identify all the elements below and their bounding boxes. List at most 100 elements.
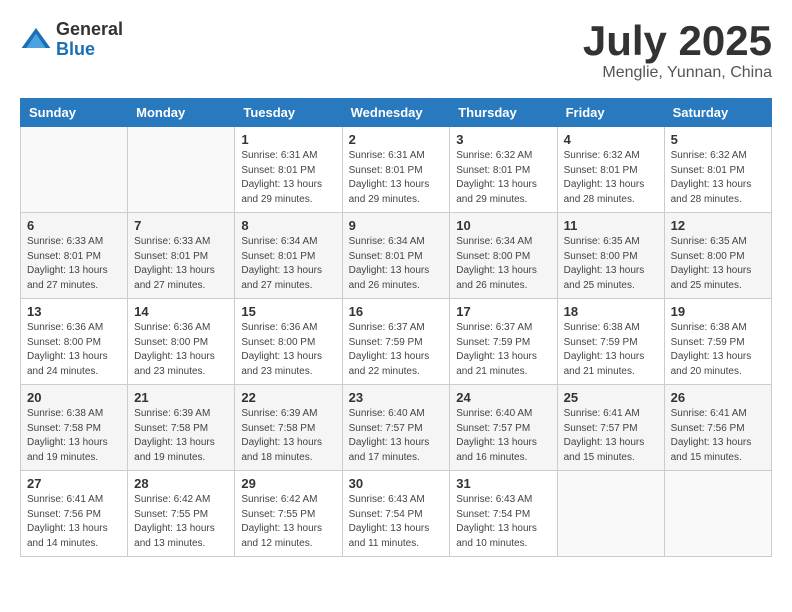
day-number: 27	[27, 476, 121, 491]
calendar-cell: 13Sunrise: 6:36 AMSunset: 8:00 PMDayligh…	[21, 299, 128, 385]
calendar-header-sunday: Sunday	[21, 99, 128, 127]
calendar-cell: 20Sunrise: 6:38 AMSunset: 7:58 PMDayligh…	[21, 385, 128, 471]
calendar-cell: 5Sunrise: 6:32 AMSunset: 8:01 PMDaylight…	[664, 127, 771, 213]
calendar-header-row: SundayMondayTuesdayWednesdayThursdayFrid…	[21, 99, 772, 127]
calendar-header-tuesday: Tuesday	[235, 99, 342, 127]
calendar-cell: 18 Sunrise: 6:38 AMSunset: 7:59 PMDayligh…	[557, 299, 664, 385]
calendar-cell	[664, 471, 771, 557]
day-number: 15	[241, 304, 335, 319]
day-info: Sunrise: 6:37 AMSunset: 7:59 PMDaylight:…	[349, 321, 444, 379]
calendar-cell: 9Sunrise: 6:34 AMSunset: 8:01 PMDaylight…	[342, 213, 450, 299]
calendar-cell: 29 Sunrise: 6:42 AMSunset: 7:55 PMDayligh…	[235, 471, 342, 557]
day-number: 31	[456, 476, 550, 491]
day-number: 17	[456, 304, 550, 319]
title-block: July 2025 Menglie, Yunnan, China	[583, 20, 772, 82]
day-info: Sunrise: 6:42 AMSunset: 7:55 PMDaylight:…	[134, 493, 228, 551]
calendar-week-row: 20Sunrise: 6:38 AMSunset: 7:58 PMDayligh…	[21, 385, 772, 471]
calendar-cell: 4Sunrise: 6:32 AMSunset: 8:01 PMDaylight…	[557, 127, 664, 213]
day-info: Sunrise: 6:40 AMSunset: 7:57 PMDaylight:…	[349, 407, 444, 465]
day-number: 8	[241, 218, 335, 233]
day-number: 29	[241, 476, 335, 491]
day-info: Sunrise: 6:34 AMSunset: 8:01 PMDaylight:…	[241, 235, 335, 293]
calendar-cell: 21Sunrise: 6:39 AMSunset: 7:58 PMDayligh…	[128, 385, 235, 471]
day-info: Sunrise: 6:33 AMSunset: 8:01 PMDaylight:…	[27, 235, 121, 293]
day-number: 14	[134, 304, 228, 319]
day-number: 16	[349, 304, 444, 319]
day-info: Sunrise: 6:43 AMSunset: 7:54 PMDaylight:…	[456, 493, 550, 551]
day-number: 4	[564, 132, 658, 147]
calendar-cell: 11 Sunrise: 6:35 AMSunset: 8:00 PMDayligh…	[557, 213, 664, 299]
calendar-header-friday: Friday	[557, 99, 664, 127]
location: Menglie, Yunnan, China	[583, 64, 772, 82]
day-number: 11	[564, 218, 658, 233]
calendar-header-monday: Monday	[128, 99, 235, 127]
day-info: Sunrise: 6:36 AMSunset: 8:00 PMDaylight:…	[27, 321, 121, 379]
calendar-header-wednesday: Wednesday	[342, 99, 450, 127]
day-info: Sunrise: 6:35 AMSunset: 8:00 PMDaylight:…	[564, 235, 658, 293]
calendar-cell	[557, 471, 664, 557]
day-number: 21	[134, 390, 228, 405]
day-info: Sunrise: 6:31 AMSunset: 8:01 PMDaylight:…	[241, 149, 335, 207]
day-info: Sunrise: 6:34 AMSunset: 8:00 PMDaylight:…	[456, 235, 550, 293]
day-number: 28	[134, 476, 228, 491]
calendar-cell: 30 Sunrise: 6:43 AMSunset: 7:54 PMDayligh…	[342, 471, 450, 557]
day-info: Sunrise: 6:41 AMSunset: 7:57 PMDaylight:…	[564, 407, 658, 465]
day-info: Sunrise: 6:33 AMSunset: 8:01 PMDaylight:…	[134, 235, 228, 293]
calendar-cell	[21, 127, 128, 213]
logo-text: General Blue	[56, 20, 123, 60]
calendar-cell: 25 Sunrise: 6:41 AMSunset: 7:57 PMDayligh…	[557, 385, 664, 471]
day-info: Sunrise: 6:40 AMSunset: 7:57 PMDaylight:…	[456, 407, 550, 465]
calendar-cell: 2 Sunrise: 6:31 AMSunset: 8:01 PMDaylight…	[342, 127, 450, 213]
day-number: 18	[564, 304, 658, 319]
day-info: Sunrise: 6:36 AMSunset: 8:00 PMDaylight:…	[241, 321, 335, 379]
logo: General Blue	[20, 20, 123, 60]
calendar-cell: 19Sunrise: 6:38 AMSunset: 7:59 PMDayligh…	[664, 299, 771, 385]
day-info: Sunrise: 6:32 AMSunset: 8:01 PMDaylight:…	[456, 149, 550, 207]
calendar-cell: 17Sunrise: 6:37 AMSunset: 7:59 PMDayligh…	[450, 299, 557, 385]
calendar-week-row: 1Sunrise: 6:31 AMSunset: 8:01 PMDaylight…	[21, 127, 772, 213]
calendar-cell: 23 Sunrise: 6:40 AMSunset: 7:57 PMDayligh…	[342, 385, 450, 471]
calendar-cell: 6 Sunrise: 6:33 AMSunset: 8:01 PMDaylight…	[21, 213, 128, 299]
day-info: Sunrise: 6:41 AMSunset: 7:56 PMDaylight:…	[671, 407, 765, 465]
calendar-table: SundayMondayTuesdayWednesdayThursdayFrid…	[20, 98, 772, 557]
day-number: 30	[349, 476, 444, 491]
day-info: Sunrise: 6:42 AMSunset: 7:55 PMDaylight:…	[241, 493, 335, 551]
day-info: Sunrise: 6:35 AMSunset: 8:00 PMDaylight:…	[671, 235, 765, 293]
day-number: 3	[456, 132, 550, 147]
page-header: General Blue July 2025 Menglie, Yunnan, …	[20, 20, 772, 82]
day-number: 9	[349, 218, 444, 233]
calendar-cell: 1Sunrise: 6:31 AMSunset: 8:01 PMDaylight…	[235, 127, 342, 213]
calendar-week-row: 27 Sunrise: 6:41 AMSunset: 7:56 PMDayligh…	[21, 471, 772, 557]
calendar-cell	[128, 127, 235, 213]
calendar-cell: 15 Sunrise: 6:36 AMSunset: 8:00 PMDayligh…	[235, 299, 342, 385]
logo-icon	[20, 24, 52, 56]
day-info: Sunrise: 6:38 AMSunset: 7:59 PMDaylight:…	[564, 321, 658, 379]
day-number: 26	[671, 390, 765, 405]
calendar-cell: 12Sunrise: 6:35 AMSunset: 8:00 PMDayligh…	[664, 213, 771, 299]
calendar-cell: 26 Sunrise: 6:41 AMSunset: 7:56 PMDayligh…	[664, 385, 771, 471]
calendar-cell: 24Sunrise: 6:40 AMSunset: 7:57 PMDayligh…	[450, 385, 557, 471]
calendar-week-row: 13Sunrise: 6:36 AMSunset: 8:00 PMDayligh…	[21, 299, 772, 385]
calendar-cell: 16 Sunrise: 6:37 AMSunset: 7:59 PMDayligh…	[342, 299, 450, 385]
calendar-cell: 7Sunrise: 6:33 AMSunset: 8:01 PMDaylight…	[128, 213, 235, 299]
day-number: 25	[564, 390, 658, 405]
logo-general: General	[56, 20, 123, 40]
calendar-header-saturday: Saturday	[664, 99, 771, 127]
day-number: 23	[349, 390, 444, 405]
day-number: 2	[349, 132, 444, 147]
day-info: Sunrise: 6:39 AMSunset: 7:58 PMDaylight:…	[241, 407, 335, 465]
day-number: 6	[27, 218, 121, 233]
day-number: 22	[241, 390, 335, 405]
day-info: Sunrise: 6:31 AMSunset: 8:01 PMDaylight:…	[349, 149, 444, 207]
day-info: Sunrise: 6:41 AMSunset: 7:56 PMDaylight:…	[27, 493, 121, 551]
day-info: Sunrise: 6:38 AMSunset: 7:59 PMDaylight:…	[671, 321, 765, 379]
day-number: 5	[671, 132, 765, 147]
calendar-cell: 27 Sunrise: 6:41 AMSunset: 7:56 PMDayligh…	[21, 471, 128, 557]
calendar-cell: 22 Sunrise: 6:39 AMSunset: 7:58 PMDayligh…	[235, 385, 342, 471]
calendar-cell: 14Sunrise: 6:36 AMSunset: 8:00 PMDayligh…	[128, 299, 235, 385]
calendar-cell: 8 Sunrise: 6:34 AMSunset: 8:01 PMDaylight…	[235, 213, 342, 299]
month-title: July 2025	[583, 20, 772, 62]
calendar-cell: 10Sunrise: 6:34 AMSunset: 8:00 PMDayligh…	[450, 213, 557, 299]
calendar-header-thursday: Thursday	[450, 99, 557, 127]
day-info: Sunrise: 6:43 AMSunset: 7:54 PMDaylight:…	[349, 493, 444, 551]
